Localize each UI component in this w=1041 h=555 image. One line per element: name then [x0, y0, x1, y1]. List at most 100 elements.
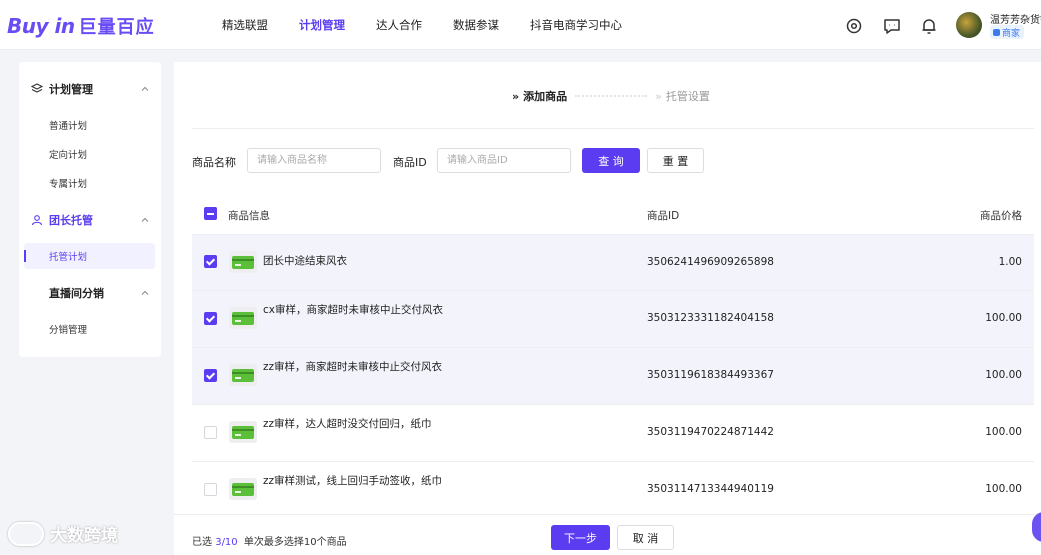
- table-row[interactable]: zz审样，达人超时没交付回归，纸巾 3503119470224871442 10…: [192, 404, 1034, 461]
- sidebar-item-directed-plan[interactable]: 定向计划: [49, 147, 87, 161]
- credit-card-image: [232, 369, 254, 382]
- double-chevron-icon: »: [655, 89, 662, 103]
- team-icon: [31, 215, 43, 226]
- top-header: Buy in 巨量百应 精选联盟 计划管理 达人合作 数据参谋 抖音电商学习中心…: [0, 0, 1041, 50]
- column-header-product-info: 商品信息: [228, 210, 270, 222]
- product-thumbnail: [229, 478, 257, 500]
- step-add-products: » 添加商品: [512, 88, 567, 104]
- watermark-text: 大数跨境: [50, 526, 118, 546]
- nav-item-plan-management[interactable]: 计划管理: [299, 0, 345, 50]
- product-price: 100.00: [985, 369, 1022, 381]
- nav-item-learning-center[interactable]: 抖音电商学习中心: [530, 0, 622, 50]
- credit-card-image: [232, 483, 254, 496]
- row-checkbox[interactable]: [204, 312, 217, 325]
- sidebar-item-normal-plan[interactable]: 普通计划: [49, 118, 87, 132]
- product-id: 3503119618384493367: [647, 369, 774, 381]
- user-role-label: 商家: [1002, 28, 1021, 39]
- select-all-checkbox[interactable]: [204, 207, 217, 220]
- cancel-button[interactable]: 取 消: [617, 525, 674, 550]
- product-id-label: 商品ID: [393, 156, 427, 169]
- table-header: 商品信息 商品ID 商品价格: [192, 198, 1034, 234]
- user-name: 温芳芳杂货铺: [990, 15, 1041, 26]
- product-name-input[interactable]: [247, 148, 381, 173]
- bell-icon[interactable]: [919, 16, 939, 36]
- logo-cn: 巨量百应: [78, 17, 155, 38]
- row-checkbox[interactable]: [204, 426, 217, 439]
- message-icon[interactable]: [882, 16, 902, 36]
- main-nav: 精选联盟 计划管理 达人合作 数据参谋 抖音电商学习中心: [222, 0, 653, 50]
- next-step-button[interactable]: 下一步: [551, 525, 610, 550]
- credit-card-image: [232, 256, 254, 269]
- logo-en: Buy in: [7, 14, 75, 38]
- product-price: 100.00: [985, 426, 1022, 438]
- query-button[interactable]: 查 询: [582, 148, 640, 173]
- sidebar-item-hosting-plan[interactable]: 托管计划: [49, 249, 87, 263]
- product-thumbnail: [229, 307, 257, 329]
- selection-summary: 已选 3/10 单次最多选择10个商品: [192, 533, 347, 548]
- step-label: 托管设置: [665, 90, 710, 103]
- product-name: zz审样测试，线上回归手动签收，纸巾: [263, 475, 443, 487]
- shop-icon: [993, 28, 1000, 36]
- divider: [192, 128, 1034, 129]
- product-price: 100.00: [985, 312, 1022, 324]
- selected-prefix: 已选: [192, 537, 212, 548]
- sidebar-group-team-hosting[interactable]: 团长托管: [19, 210, 161, 230]
- product-thumbnail: [229, 251, 257, 273]
- sidebar-item-distribution-management[interactable]: 分销管理: [49, 322, 87, 336]
- sidebar-group-label: 团长托管: [49, 214, 93, 227]
- chevron-up-icon: [141, 86, 149, 91]
- table-row[interactable]: 团长中途结束风衣 3506241496909265898 1.00: [192, 234, 1034, 291]
- watermark: 大数跨境: [8, 521, 118, 546]
- step-indicator: » 添加商品 » 托管设置: [512, 88, 710, 104]
- product-price: 1.00: [998, 256, 1022, 268]
- step-label: 添加商品: [523, 90, 568, 103]
- step-connector: [575, 95, 648, 97]
- sidebar-item-exclusive-plan[interactable]: 专属计划: [49, 176, 87, 190]
- row-checkbox[interactable]: [204, 483, 217, 496]
- product-name: zz审样，达人超时没交付回归，纸巾: [263, 418, 432, 430]
- table-row[interactable]: zz审样测试，线上回归手动签收，纸巾 3503114713344940119 1…: [192, 461, 1034, 518]
- nav-item-influencer-cooperation[interactable]: 达人合作: [376, 0, 422, 50]
- settings-icon[interactable]: [844, 16, 864, 36]
- product-id: 3503114713344940119: [647, 483, 774, 495]
- product-thumbnail: [229, 421, 257, 443]
- chevron-up-icon: [141, 217, 149, 222]
- product-thumbnail: [229, 364, 257, 386]
- layers-icon: [31, 83, 43, 93]
- reset-button[interactable]: 重 置: [647, 148, 704, 173]
- sidebar-active-highlight: [24, 243, 155, 269]
- product-name: zz审样，商家超时未审核中止交付风衣: [263, 361, 443, 373]
- product-id: 3503119470224871442: [647, 426, 774, 438]
- nav-item-data-advisor[interactable]: 数据参谋: [453, 0, 499, 50]
- table-row[interactable]: cx审样，商家超时未审核中止交付风衣 3503123331182404158 1…: [192, 290, 1034, 347]
- sidebar-group-live-distribution[interactable]: 直播间分销: [19, 283, 161, 303]
- double-chevron-icon: »: [512, 89, 520, 103]
- selection-limit-text: 单次最多选择10个商品: [243, 537, 347, 548]
- selected-total: /10: [221, 537, 238, 548]
- product-id: 3503123331182404158: [647, 312, 774, 324]
- product-name: cx审样，商家超时未审核中止交付风衣: [263, 304, 443, 316]
- product-name: 团长中途结束风衣: [263, 255, 347, 267]
- table-row[interactable]: zz审样，商家超时未审核中止交付风衣 3503119618384493367 1…: [192, 347, 1034, 404]
- step-hosting-settings: » 托管设置: [655, 88, 710, 104]
- column-header-price: 商品价格: [980, 210, 1022, 222]
- credit-card-image: [232, 312, 254, 325]
- product-id-input[interactable]: [437, 148, 571, 173]
- column-header-product-id: 商品ID: [647, 210, 680, 222]
- watermark-logo-icon: [8, 521, 44, 546]
- product-name-label: 商品名称: [192, 156, 236, 169]
- row-checkbox[interactable]: [204, 255, 217, 268]
- row-checkbox[interactable]: [204, 369, 217, 382]
- avatar[interactable]: [956, 12, 982, 38]
- sidebar: 计划管理 普通计划 定向计划 专属计划 团长托管 托管计划 直播间分销 分销管理: [19, 62, 161, 357]
- product-id: 3506241496909265898: [647, 256, 774, 268]
- chevron-up-icon: [141, 290, 149, 295]
- footer-bar: 已选 3/10 单次最多选择10个商品 下一步 取 消: [174, 514, 1041, 555]
- credit-card-image: [232, 426, 254, 439]
- user-role-badge: 商家: [990, 25, 1025, 39]
- sidebar-group-label: 直播间分销: [49, 287, 104, 300]
- sidebar-group-label: 计划管理: [49, 83, 93, 96]
- sidebar-group-plan-management[interactable]: 计划管理: [19, 79, 161, 99]
- logo[interactable]: Buy in 巨量百应: [7, 13, 155, 39]
- nav-item-featured-alliance[interactable]: 精选联盟: [222, 0, 268, 50]
